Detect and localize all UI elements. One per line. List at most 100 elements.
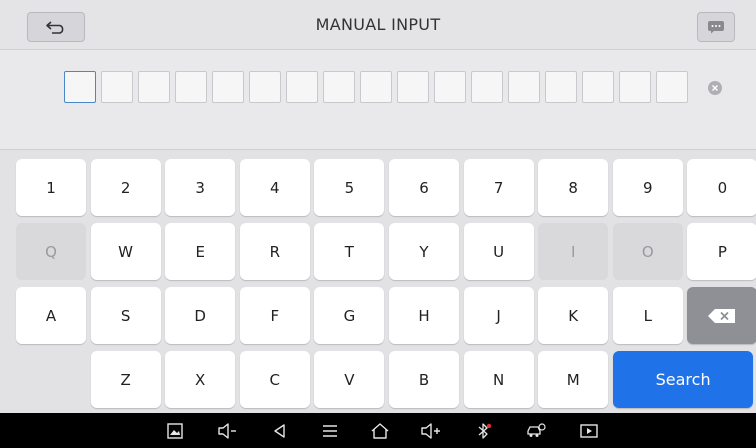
search-button-label: Search — [655, 370, 711, 389]
key-x-label: X — [195, 370, 206, 389]
character-box[interactable] — [286, 71, 318, 103]
key-5[interactable]: 5 — [314, 159, 385, 216]
key-y[interactable]: Y — [389, 223, 459, 280]
key-5-label: 5 — [344, 178, 355, 197]
key-v[interactable]: V — [314, 351, 385, 408]
key-c[interactable]: C — [239, 351, 310, 408]
vin-input-area — [0, 51, 756, 149]
key-8-label: 8 — [568, 178, 578, 197]
key-i[interactable]: I — [538, 223, 609, 280]
key-g-label: G — [343, 306, 356, 325]
character-boxes[interactable] — [64, 71, 688, 103]
key-7-label: 7 — [493, 178, 504, 197]
key-2[interactable]: 2 — [90, 159, 161, 216]
on-screen-keyboard: 1 2 3 4 5 6 7 8 9 0 Q W E R T Y U I O P A S D F G H J K L Z X C V B N M Sear… — [0, 149, 756, 413]
character-box[interactable] — [138, 71, 170, 103]
key-s-label: S — [120, 306, 131, 325]
bluetooth-icon[interactable] — [474, 421, 494, 441]
character-box[interactable] — [360, 71, 392, 103]
key-f[interactable]: F — [239, 287, 310, 344]
screenshot-icon[interactable] — [165, 421, 185, 441]
search-button[interactable]: Search — [612, 351, 754, 408]
character-box[interactable] — [471, 71, 503, 103]
key-h[interactable]: H — [389, 287, 459, 344]
menu-icon[interactable] — [320, 421, 340, 441]
key-u[interactable]: U — [463, 223, 534, 280]
volume-up-icon[interactable] — [418, 421, 444, 441]
key-6[interactable]: 6 — [389, 159, 459, 216]
key-j[interactable]: J — [463, 287, 534, 344]
key-v-label: V — [344, 370, 355, 389]
key-i-label: I — [570, 242, 576, 261]
character-box[interactable] — [508, 71, 540, 103]
key-x[interactable]: X — [165, 351, 236, 408]
key-e-label: E — [195, 242, 205, 261]
key-e[interactable]: E — [165, 223, 236, 280]
key-k[interactable]: K — [538, 287, 609, 344]
message-button[interactable] — [697, 12, 735, 42]
key-d[interactable]: D — [165, 287, 236, 344]
key-9[interactable]: 9 — [612, 159, 683, 216]
key-q[interactable]: Q — [16, 223, 86, 280]
key-s[interactable]: S — [90, 287, 161, 344]
character-box[interactable] — [397, 71, 429, 103]
key-b[interactable]: B — [389, 351, 459, 408]
key-n[interactable]: N — [463, 351, 534, 408]
key-z[interactable]: Z — [90, 351, 161, 408]
key-k-label: K — [568, 306, 579, 325]
key-3[interactable]: 3 — [165, 159, 236, 216]
back-button[interactable] — [27, 12, 85, 42]
key-4[interactable]: 4 — [239, 159, 310, 216]
key-2-label: 2 — [120, 178, 131, 197]
key-w[interactable]: W — [90, 223, 161, 280]
character-box[interactable] — [64, 71, 96, 103]
backspace-key[interactable] — [687, 287, 756, 344]
key-y-label: Y — [419, 242, 429, 261]
key-0-label: 0 — [717, 178, 728, 197]
key-1[interactable]: 1 — [16, 159, 86, 216]
character-box[interactable] — [323, 71, 355, 103]
key-p[interactable]: P — [687, 223, 756, 280]
key-z-label: Z — [120, 370, 131, 389]
key-r[interactable]: R — [239, 223, 310, 280]
key-0[interactable]: 0 — [687, 159, 756, 216]
key-c-label: C — [269, 370, 281, 389]
volume-down-icon[interactable] — [215, 421, 241, 441]
return-icon — [45, 20, 67, 34]
screen-record-icon[interactable] — [579, 421, 599, 441]
key-f-label: F — [270, 306, 280, 325]
key-g[interactable]: G — [314, 287, 385, 344]
key-t[interactable]: T — [314, 223, 385, 280]
key-j-label: J — [496, 306, 501, 325]
key-d-label: D — [194, 306, 206, 325]
character-box[interactable] — [582, 71, 614, 103]
key-4-label: 4 — [270, 178, 280, 197]
character-box[interactable] — [212, 71, 244, 103]
vci-car-icon[interactable] — [524, 421, 548, 441]
key-l[interactable]: L — [612, 287, 683, 344]
clear-button[interactable] — [708, 81, 722, 95]
key-p-label: P — [717, 242, 727, 261]
key-o-label: O — [641, 242, 654, 261]
manual-input-screen: MANUAL INPUT 1 2 3 4 5 6 7 8 9 0 Q W E R… — [0, 0, 756, 448]
key-7[interactable]: 7 — [463, 159, 534, 216]
character-box[interactable] — [656, 71, 688, 103]
key-8[interactable]: 8 — [538, 159, 609, 216]
home-icon[interactable] — [370, 421, 390, 441]
key-1-label: 1 — [46, 178, 56, 197]
character-box[interactable] — [434, 71, 466, 103]
character-box[interactable] — [101, 71, 133, 103]
key-m[interactable]: M — [538, 351, 609, 408]
character-box[interactable] — [619, 71, 651, 103]
back-icon[interactable] — [270, 421, 290, 441]
character-box[interactable] — [249, 71, 281, 103]
key-6-label: 6 — [419, 178, 429, 197]
header-bar: MANUAL INPUT — [0, 0, 756, 50]
character-box[interactable] — [545, 71, 577, 103]
key-o[interactable]: O — [612, 223, 683, 280]
key-h-label: H — [418, 306, 430, 325]
key-q-label: Q — [45, 242, 57, 261]
key-a[interactable]: A — [16, 287, 86, 344]
character-box[interactable] — [175, 71, 207, 103]
key-9-label: 9 — [643, 178, 653, 197]
